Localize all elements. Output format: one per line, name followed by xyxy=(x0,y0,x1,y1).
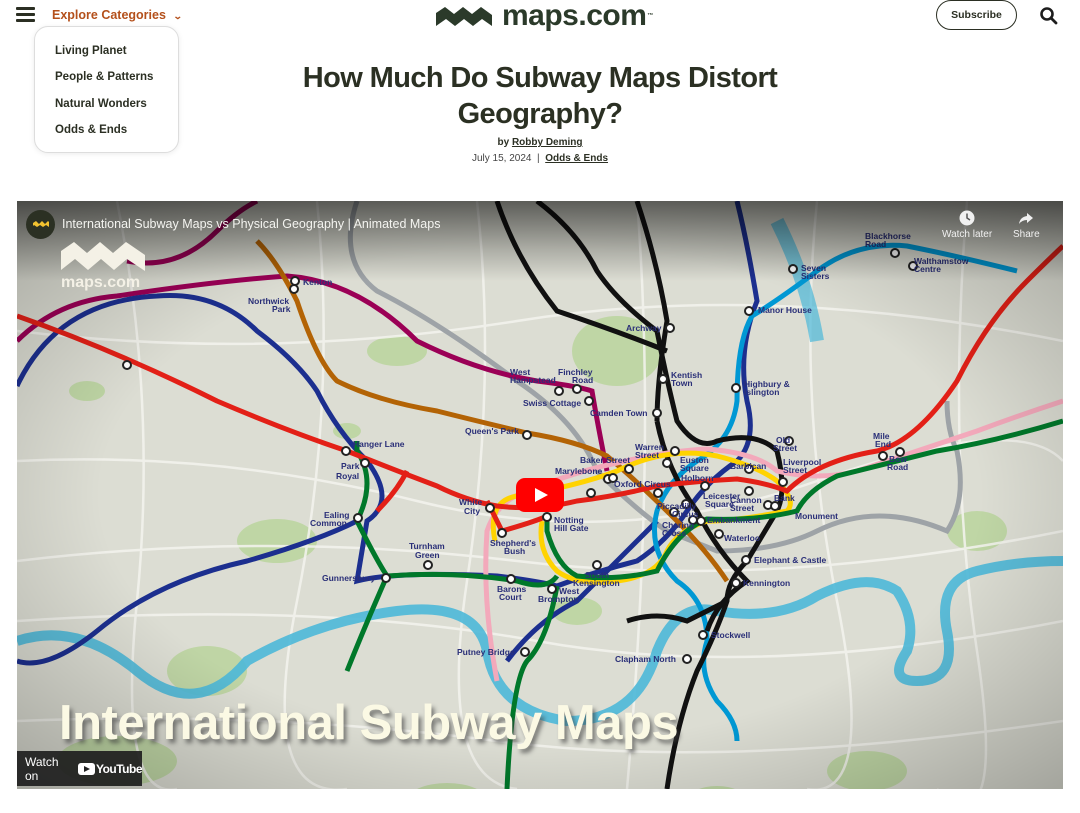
maps-logo-icon xyxy=(33,221,49,227)
maps-logo-icon xyxy=(61,242,145,271)
maps-watermark: maps.com xyxy=(61,239,145,291)
video-embed[interactable]: Kenton Northwick Park Hanger Lane Park R… xyxy=(17,201,1063,789)
youtube-play-icon xyxy=(77,762,95,775)
video-title[interactable]: International Subway Maps vs Physical Ge… xyxy=(62,217,440,231)
video-overlay-title: International Subway Maps xyxy=(59,696,679,750)
youtube-logo: YouTube xyxy=(77,762,143,776)
article-byline: by Robby Deming xyxy=(340,137,740,148)
meta-separator: | xyxy=(537,153,540,164)
play-button[interactable] xyxy=(516,478,564,512)
categories-dropdown: Living Planet People & Patterns Natural … xyxy=(34,26,179,153)
byline-prefix: by xyxy=(497,137,510,148)
share-button[interactable]: Share xyxy=(1013,210,1040,240)
maps-logo-icon xyxy=(436,7,492,26)
subscribe-button[interactable]: Subscribe xyxy=(936,0,1017,30)
watch-later-label: Watch later xyxy=(942,229,993,240)
article-meta: July 15, 2024 | Odds & Ends xyxy=(340,153,740,164)
article-title: How Much Do Subway Maps Distort Geograph… xyxy=(302,62,778,130)
category-living-planet[interactable]: Living Planet xyxy=(35,44,178,70)
hamburger-menu-icon[interactable] xyxy=(16,7,35,22)
site-logo[interactable]: maps.com™ xyxy=(436,1,653,31)
channel-avatar[interactable] xyxy=(26,210,55,239)
article-date: July 15, 2024 xyxy=(471,153,532,164)
clock-icon xyxy=(959,210,975,226)
category-natural-wonders[interactable]: Natural Wonders xyxy=(35,97,178,123)
watermark-text: maps.com xyxy=(61,274,141,291)
category-link[interactable]: Odds & Ends xyxy=(545,153,608,164)
category-odds-ends[interactable]: Odds & Ends xyxy=(35,123,178,149)
share-arrow-icon xyxy=(1019,213,1034,224)
watch-later-button[interactable]: Watch later xyxy=(942,210,992,240)
author-link[interactable]: Robby Deming xyxy=(512,137,583,148)
watch-on-label: Watch on xyxy=(25,754,59,783)
watch-on-youtube-button[interactable]: Watch on YouTube xyxy=(17,751,143,786)
category-people-patterns[interactable]: People & Patterns xyxy=(35,70,178,96)
video-top-gradient xyxy=(17,201,1063,281)
search-icon[interactable] xyxy=(1039,6,1059,26)
share-label: Share xyxy=(1013,229,1040,240)
explore-categories-label: Explore Categories xyxy=(52,8,166,22)
explore-categories-button[interactable]: Explore Categories ⌄ xyxy=(52,8,183,22)
logo-wordmark: maps.com™ xyxy=(502,0,653,32)
chevron-down-icon: ⌄ xyxy=(172,11,183,21)
